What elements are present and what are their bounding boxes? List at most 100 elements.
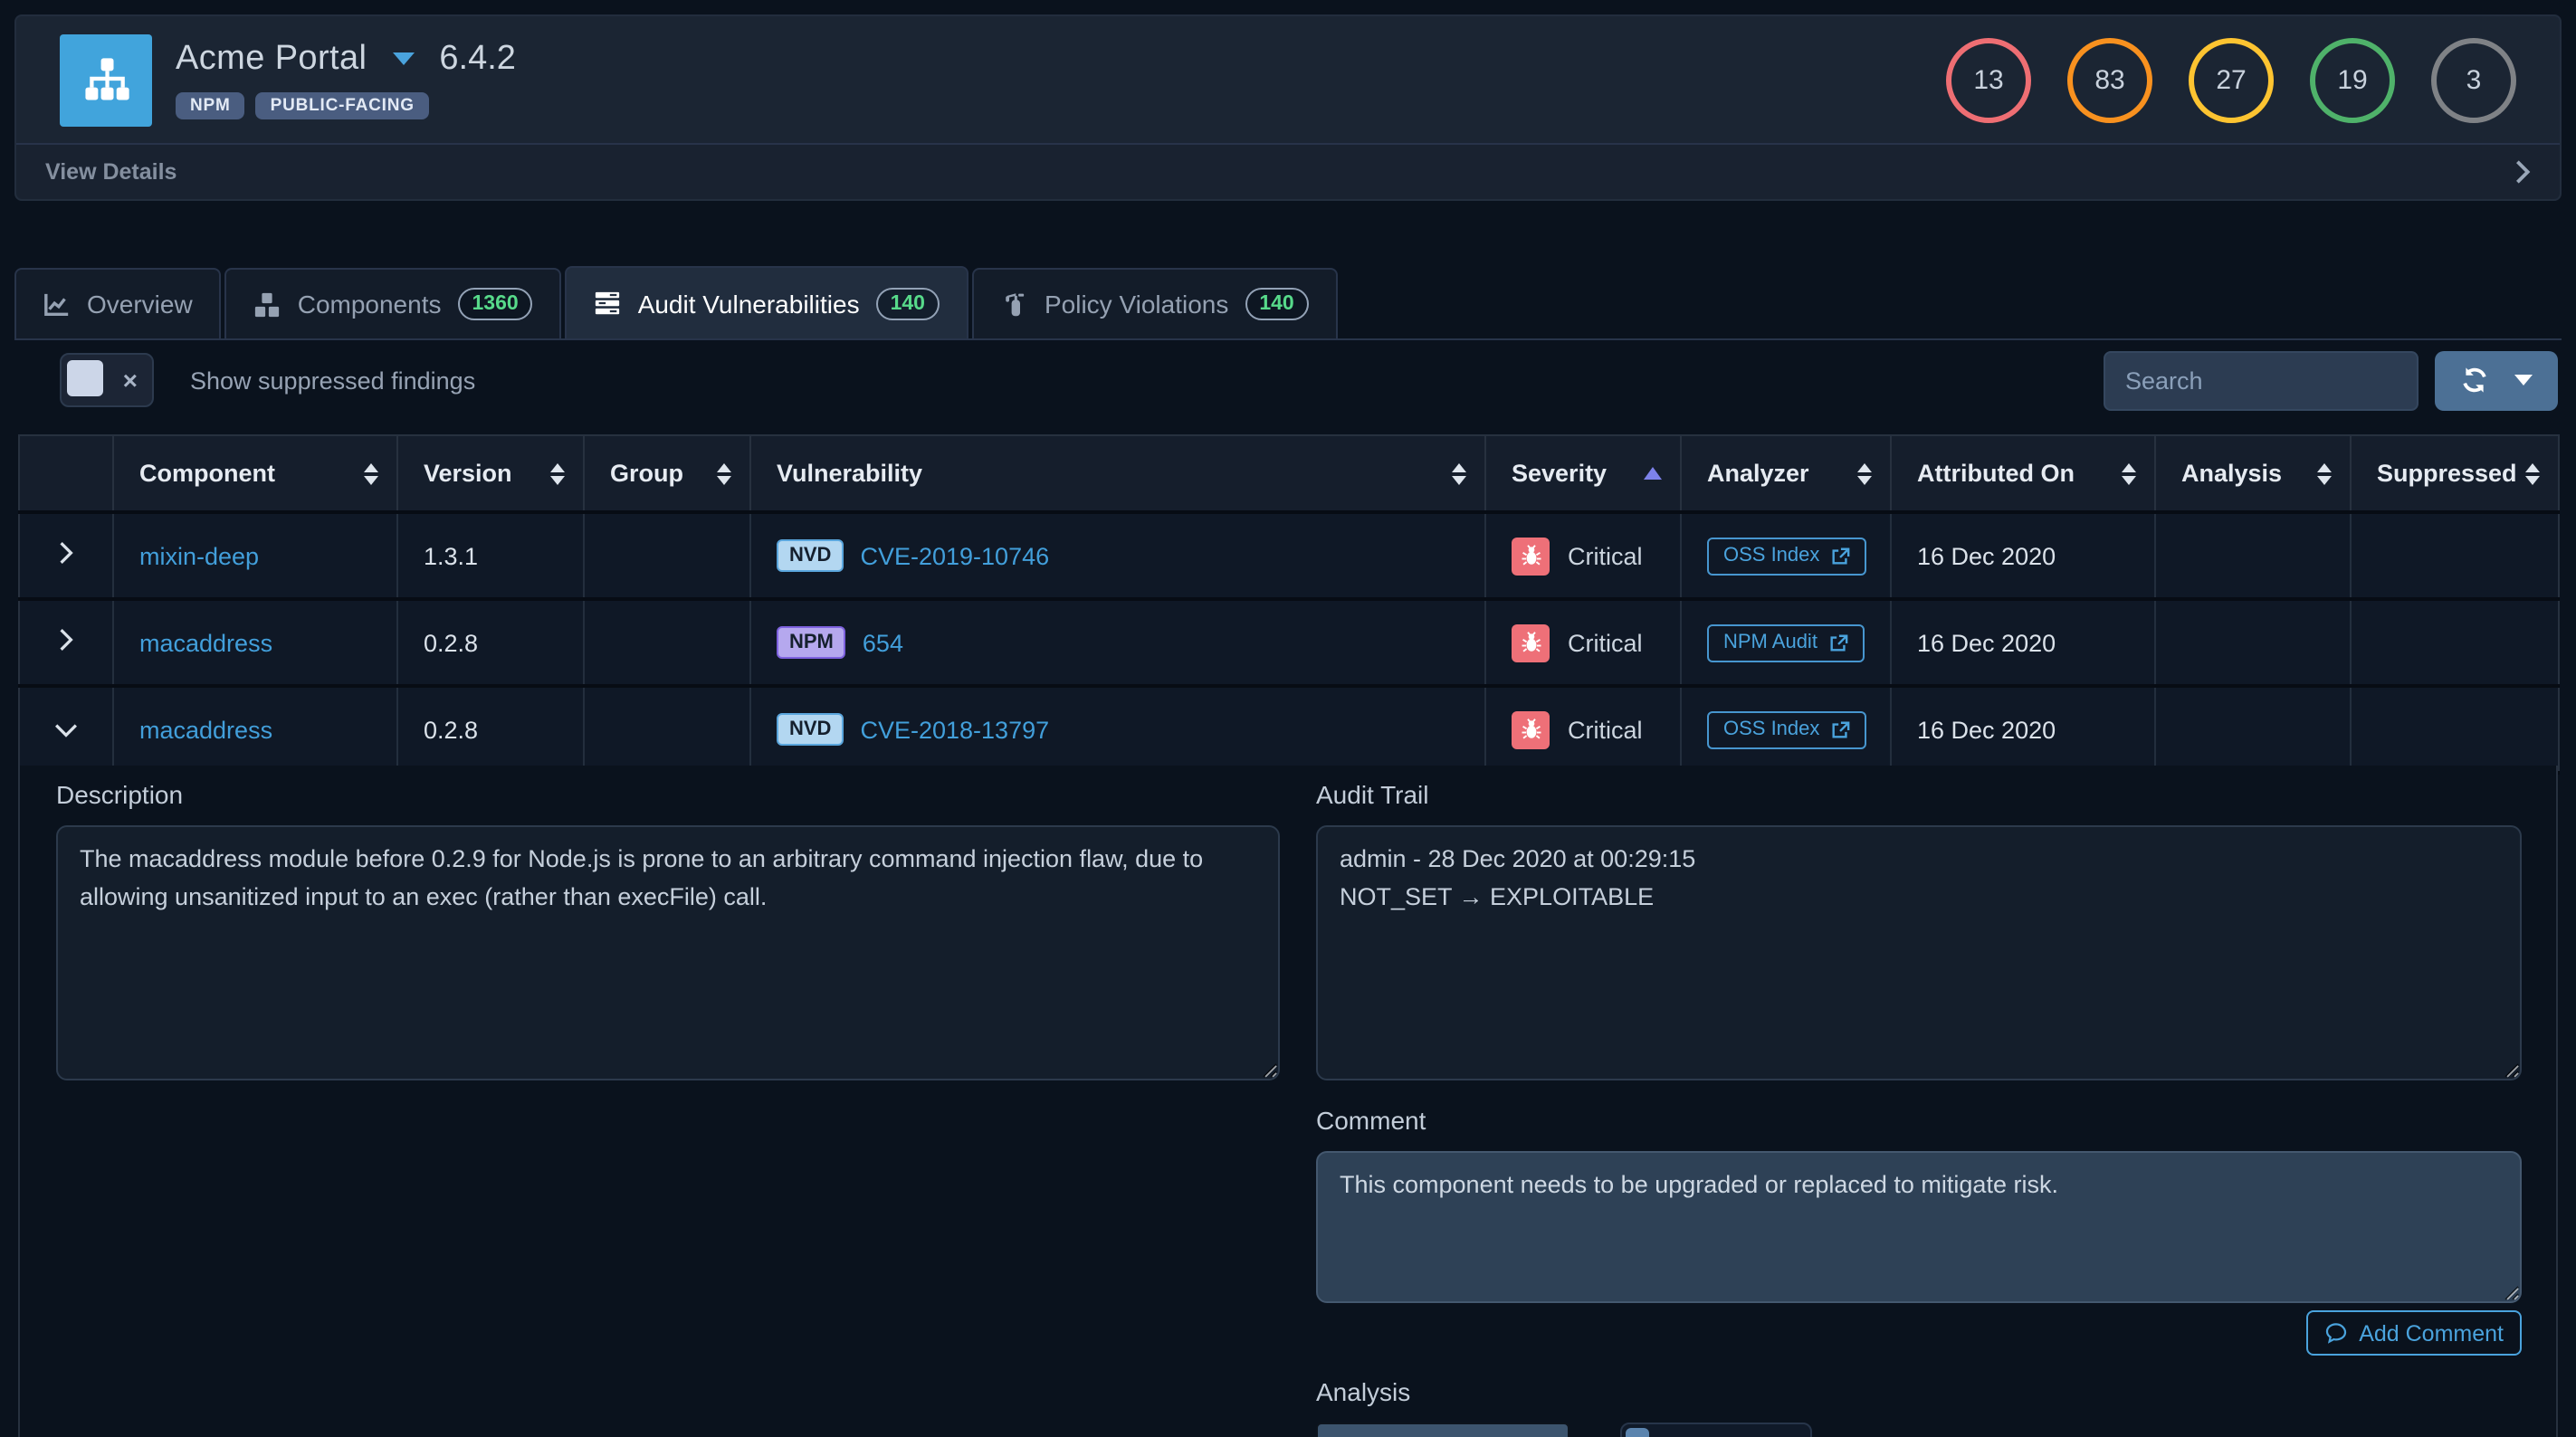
project-title: Acme Portal <box>176 40 367 80</box>
add-comment-button[interactable]: Add Comment <box>2306 1310 2522 1356</box>
tab-count-badge: 140 <box>1245 288 1308 320</box>
findings-table: Component Version Group Vulnerability Se… <box>18 434 2560 775</box>
suppress-toggle[interactable]: Suppress <box>1620 1423 1812 1437</box>
expand-row-button[interactable] <box>19 599 113 686</box>
tab-audit-vulnerabilities[interactable]: Audit Vulnerabilities 140 <box>566 266 968 338</box>
audit-trail-textarea[interactable]: admin - 28 Dec 2020 at 00:29:15 NOT_SET … <box>1316 825 2522 1080</box>
tab-label: Audit Vulnerabilities <box>638 289 860 318</box>
audit-trail-label: Audit Trail <box>1316 780 2522 809</box>
finding-detail-panel: Description The macaddress module before… <box>18 766 2558 1437</box>
comment-label: Comment <box>1316 1106 2522 1135</box>
column-header-analysis[interactable]: Analysis <box>2155 435 2351 512</box>
sort-icon <box>1857 462 1872 484</box>
expand-column-header <box>19 435 113 512</box>
project-switcher-caret-icon[interactable] <box>392 53 414 66</box>
version-cell: 0.2.8 <box>397 686 584 773</box>
attributed-on-cell: 16 Dec 2020 <box>1891 599 2155 686</box>
sort-icon <box>1452 462 1466 484</box>
columns-dropdown-caret-icon <box>2514 375 2533 385</box>
tab-bar: Overview Components 1360 Audit Vulnerabi… <box>14 266 2562 340</box>
tab-policy-violations[interactable]: Policy Violations 140 <box>972 268 1338 338</box>
analyzer-link-button[interactable]: NPM Audit <box>1707 623 1865 661</box>
component-link[interactable]: macaddress <box>139 716 272 743</box>
project-version: 6.4.2 <box>439 40 516 80</box>
severity-label: Critical <box>1568 629 1643 656</box>
table-row-expanded: macaddress 0.2.8 NVD CVE-2018-13797 Criti… <box>19 686 2559 773</box>
suppressed-cell <box>2351 599 2559 686</box>
chevron-right-icon <box>2514 159 2531 185</box>
refresh-icon <box>2460 366 2489 395</box>
column-header-severity[interactable]: Severity <box>1485 435 1681 512</box>
tab-count-badge: 1360 <box>458 288 533 320</box>
severity-label: Critical <box>1568 542 1643 569</box>
show-suppressed-toggle[interactable]: × <box>60 353 154 407</box>
tasks-icon <box>595 290 622 317</box>
suppressed-cell <box>2351 512 2559 599</box>
vuln-source-badge: NVD <box>777 713 844 746</box>
sort-icon <box>364 462 378 484</box>
component-link[interactable]: macaddress <box>139 629 272 656</box>
view-details-bar[interactable]: View Details <box>16 143 2560 199</box>
external-link-icon <box>1830 719 1850 739</box>
column-header-version[interactable]: Version <box>397 435 584 512</box>
table-toolbar: × Show suppressed findings <box>14 347 2562 413</box>
toggle-off-x-icon: × <box>123 367 138 393</box>
collapse-row-button[interactable] <box>19 686 113 773</box>
tab-components[interactable]: Components 1360 <box>225 268 562 338</box>
search-input[interactable] <box>2104 350 2419 410</box>
comment-textarea[interactable]: This component needs to be upgraded or r… <box>1316 1151 2522 1303</box>
project-tag-public-facing: PUBLIC-FACING <box>256 92 429 120</box>
external-link-icon <box>1828 633 1848 652</box>
group-cell <box>584 686 750 773</box>
table-row: macaddress 0.2.8 NPM654 Critical NPM Aud… <box>19 599 2559 686</box>
version-cell: 1.3.1 <box>397 512 584 599</box>
ring-medium: 27 <box>2189 37 2274 122</box>
toggle-knob <box>1626 1428 1649 1437</box>
ring-low: 19 <box>2310 37 2395 122</box>
analyzer-link-button[interactable]: OSS Index <box>1707 537 1866 575</box>
chart-line-icon <box>43 290 71 318</box>
refresh-button[interactable] <box>2435 350 2558 410</box>
tab-label: Policy Violations <box>1045 290 1228 319</box>
analysis-cell <box>2155 512 2351 599</box>
description-textarea[interactable]: The macaddress module before 0.2.9 for N… <box>56 825 1280 1080</box>
vulnerability-link[interactable]: CVE-2018-13797 <box>860 716 1049 743</box>
show-suppressed-label: Show suppressed findings <box>190 366 475 394</box>
group-cell <box>584 599 750 686</box>
ring-high: 83 <box>2067 37 2152 122</box>
vulnerability-link[interactable]: 654 <box>863 629 903 656</box>
sort-icon <box>2122 462 2136 484</box>
column-header-suppressed[interactable]: Suppressed <box>2351 435 2559 512</box>
project-header-main: Acme Portal 6.4.2 NPM PUBLIC-FACING 13 8… <box>16 16 2560 143</box>
attributed-on-cell: 16 Dec 2020 <box>1891 512 2155 599</box>
toggle-knob <box>67 360 103 396</box>
vuln-source-badge: NVD <box>777 539 844 572</box>
expand-row-button[interactable] <box>19 512 113 599</box>
column-header-group[interactable]: Group <box>584 435 750 512</box>
tab-overview[interactable]: Overview <box>14 268 222 338</box>
description-label: Description <box>56 780 1280 809</box>
column-header-component[interactable]: Component <box>113 435 397 512</box>
project-tag-npm: NPM <box>176 92 245 120</box>
vulnerability-link[interactable]: CVE-2019-10746 <box>860 542 1049 569</box>
analysis-cell <box>2155 599 2351 686</box>
analysis-select[interactable]: Exploitable <box>1316 1423 1569 1437</box>
analyzer-link-button[interactable]: OSS Index <box>1707 710 1866 748</box>
sort-icon <box>717 462 731 484</box>
sitemap-icon <box>60 33 152 126</box>
severity-label: Critical <box>1568 716 1643 743</box>
analysis-cell <box>2155 686 2351 773</box>
vuln-source-badge: NPM <box>777 626 846 659</box>
table-row: mixin-deep 1.3.1 NVD CVE-2019-10746 Criti… <box>19 512 2559 599</box>
column-header-vulnerability[interactable]: Vulnerability <box>750 435 1485 512</box>
component-link[interactable]: mixin-deep <box>139 542 259 569</box>
severity-rings: 13 83 27 19 3 <box>1946 37 2531 122</box>
column-header-analyzer[interactable]: Analyzer <box>1681 435 1891 512</box>
sort-ascending-icon <box>1644 467 1662 480</box>
tab-label: Overview <box>87 290 193 319</box>
table-header-row: Component Version Group Vulnerability Se… <box>19 435 2559 512</box>
bug-icon <box>1512 537 1550 575</box>
tab-count-badge: 140 <box>876 287 940 319</box>
column-header-attributed-on[interactable]: Attributed On <box>1891 435 2155 512</box>
project-header-card: Acme Portal 6.4.2 NPM PUBLIC-FACING 13 8… <box>14 14 2562 201</box>
